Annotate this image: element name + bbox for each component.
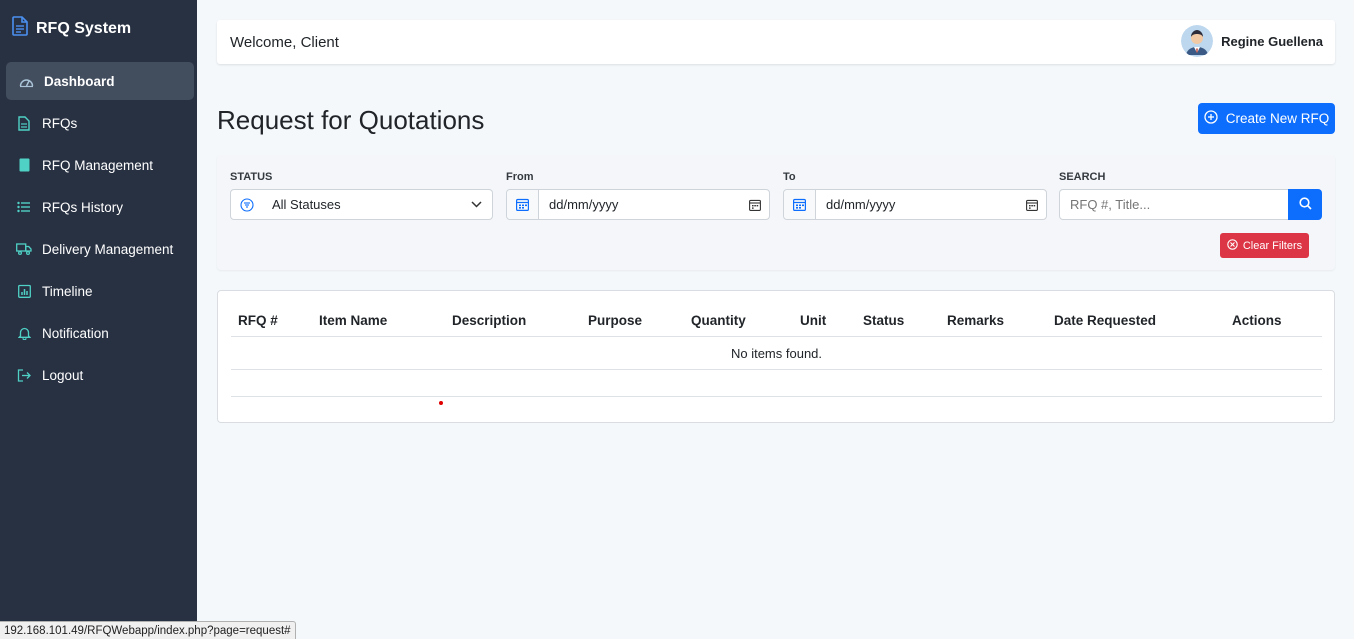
sidebar-item-delivery-management[interactable]: Delivery Management xyxy=(6,230,194,268)
sidebar-item-label: RFQs xyxy=(42,115,78,131)
sidebar: RFQ System Dashboard RFQs RFQ Management… xyxy=(0,0,197,639)
sidebar-item-rfq-management[interactable]: RFQ Management xyxy=(6,146,194,184)
column-header-item-name: Item Name xyxy=(319,313,388,328)
brand-title: RFQ System xyxy=(36,19,132,37)
browser-status-url: 192.168.101.49/RFQWebapp/index.php?page=… xyxy=(0,621,296,639)
to-filter-label: To xyxy=(783,171,796,183)
user-menu[interactable]: Regine Guellena xyxy=(1181,25,1323,57)
top-header: Welcome, Client Regine Guellena xyxy=(217,20,1335,64)
sidebar-item-label: Logout xyxy=(42,367,84,383)
sidebar-item-label: Timeline xyxy=(42,283,93,299)
file-text-icon xyxy=(16,115,32,131)
search-icon xyxy=(1298,196,1312,213)
empty-table-message: No items found. xyxy=(730,346,823,361)
create-new-rfq-button[interactable]: Create New RFQ xyxy=(1198,103,1335,134)
from-date-placeholder: dd/mm/yyyy xyxy=(549,197,619,212)
column-header-actions: Actions xyxy=(1232,313,1282,328)
column-header-description: Description xyxy=(452,313,527,328)
bookmark-icon xyxy=(16,157,32,173)
sidebar-item-label: Delivery Management xyxy=(42,241,174,257)
calendar-icon xyxy=(507,190,539,219)
welcome-text: Welcome, Client xyxy=(230,34,339,51)
column-header-purpose: Purpose xyxy=(588,313,643,328)
sidebar-item-rfqs-history[interactable]: RFQs History xyxy=(6,188,194,226)
filters-card: STATUS All Statuses From dd/mm/yyyy To d… xyxy=(217,155,1335,270)
document-icon xyxy=(12,16,28,41)
sidebar-item-label: RFQs History xyxy=(42,199,123,215)
column-header-unit: Unit xyxy=(800,313,827,328)
sidebar-item-label: RFQ Management xyxy=(42,157,154,173)
status-filter-label: STATUS xyxy=(230,171,273,183)
date-picker-icon[interactable] xyxy=(1018,199,1046,211)
sidebar-item-notification[interactable]: Notification xyxy=(6,314,194,352)
brand[interactable]: RFQ System xyxy=(12,16,131,41)
plus-circle-icon xyxy=(1204,110,1218,127)
speedometer-icon xyxy=(18,73,34,89)
cursor-marker xyxy=(439,401,443,405)
sidebar-item-logout[interactable]: Logout xyxy=(6,356,194,394)
column-header-quantity: Quantity xyxy=(691,313,746,328)
logout-icon xyxy=(16,367,32,383)
column-header-rfq-number: RFQ # xyxy=(238,313,278,328)
search-filter-label: SEARCH xyxy=(1059,171,1106,183)
calendar-icon xyxy=(784,190,816,219)
to-date-input[interactable]: dd/mm/yyyy xyxy=(783,189,1047,220)
chevron-down-icon xyxy=(460,201,492,208)
calendar-chart-icon xyxy=(16,283,32,299)
sidebar-item-timeline[interactable]: Timeline xyxy=(6,272,194,310)
search-group xyxy=(1059,189,1322,220)
search-input[interactable] xyxy=(1060,197,1288,212)
table-divider xyxy=(231,396,1322,397)
table-divider xyxy=(231,336,1322,337)
user-name: Regine Guellena xyxy=(1221,33,1323,49)
filter-icon xyxy=(231,197,263,212)
date-picker-icon[interactable] xyxy=(741,199,769,211)
search-button[interactable] xyxy=(1288,189,1322,220)
clear-filters-label: Clear Filters xyxy=(1242,239,1303,252)
rfq-table: RFQ # Item Name Description Purpose Quan… xyxy=(217,290,1335,423)
avatar xyxy=(1181,25,1214,57)
table-divider xyxy=(231,369,1322,370)
column-header-date-requested: Date Requested xyxy=(1054,313,1157,328)
page-title: Request for Quotations xyxy=(217,105,485,135)
from-date-input[interactable]: dd/mm/yyyy xyxy=(506,189,770,220)
sidebar-item-label: Dashboard xyxy=(44,73,115,89)
sidebar-item-rfqs[interactable]: RFQs xyxy=(6,104,194,142)
truck-icon xyxy=(16,241,32,257)
list-icon xyxy=(16,199,32,215)
to-date-placeholder: dd/mm/yyyy xyxy=(826,197,896,212)
sidebar-item-dashboard[interactable]: Dashboard xyxy=(6,62,194,100)
create-new-rfq-label: Create New RFQ xyxy=(1225,111,1330,126)
from-filter-label: From xyxy=(506,171,534,183)
column-header-remarks: Remarks xyxy=(947,313,1005,328)
status-select[interactable]: All Statuses xyxy=(230,189,493,220)
status-select-value: All Statuses xyxy=(272,197,341,212)
column-header-status: Status xyxy=(863,313,905,328)
sidebar-item-label: Notification xyxy=(42,325,109,341)
bell-icon xyxy=(16,325,32,341)
clear-filters-button[interactable]: Clear Filters xyxy=(1220,233,1309,258)
close-circle-icon xyxy=(1227,238,1238,253)
